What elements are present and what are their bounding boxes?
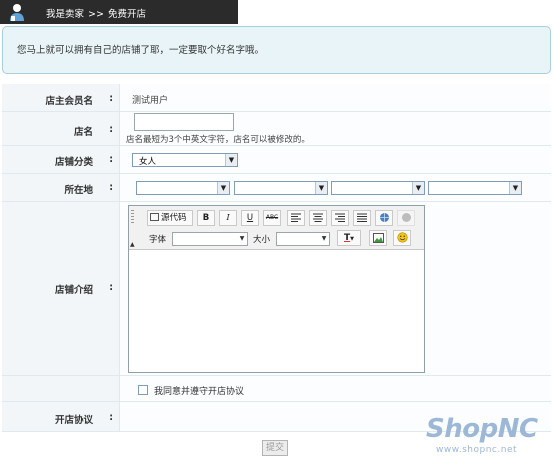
justify-button[interactable] — [353, 210, 371, 226]
editor-content-area[interactable] — [129, 250, 424, 372]
notice-box: 您马上就可以拥有自己的店铺了耶，一定要取个好名字哦。 — [2, 26, 551, 74]
collapse-icon: ▲ — [130, 241, 135, 248]
row-intro: 店铺介绍 : ▲ 源代码 B I U ABC 字体 ▼ 大小 ▼ T▼ — [2, 202, 551, 376]
notice-text: 您马上就可以拥有自己的店铺了耶，一定要取个好名字哦。 — [17, 45, 265, 56]
strikethrough-button[interactable]: ABC — [263, 210, 281, 226]
align-center-button[interactable] — [309, 210, 327, 226]
store-name-hint: 店名最短为3个中英文字符，店名可以被修改的。 — [126, 135, 310, 145]
breadcrumb: 我是卖家 >> 免费开店 — [46, 6, 146, 20]
font-family-select[interactable]: ▼ — [172, 232, 248, 246]
align-right-button[interactable] — [331, 210, 349, 226]
chevron-down-icon: ▼ — [412, 182, 424, 194]
chevron-down-icon: ▼ — [225, 154, 237, 166]
text-color-button[interactable]: T▼ — [337, 230, 361, 246]
agree-checkbox[interactable] — [138, 385, 148, 395]
brand-watermark: ShopNC www.shopnc.net — [426, 414, 552, 462]
font-label: 字体 — [149, 235, 167, 245]
insert-link-button[interactable] — [375, 210, 393, 226]
city-select[interactable]: ▼ — [234, 181, 328, 195]
row-store-name: 店名 : 店名最短为3个中英文字符，店名可以被修改的。 — [2, 112, 551, 146]
italic-button[interactable]: I — [219, 210, 237, 226]
area-select[interactable]: ▼ — [428, 181, 522, 195]
size-label: 大小 — [253, 235, 271, 245]
breadcrumb-current: 免费开店 — [107, 9, 146, 20]
chevron-down-icon: ▼ — [315, 182, 327, 194]
row-agree: 我同意并遵守开店协议 — [2, 376, 551, 402]
top-header-bar: 我是卖家 >> 免费开店 — [0, 0, 238, 24]
category-selected: 女人 — [139, 157, 157, 167]
rich-text-editor: ▲ 源代码 B I U ABC 字体 ▼ 大小 ▼ T▼ — [128, 205, 425, 373]
district-select[interactable]: ▼ — [331, 181, 425, 195]
chevron-down-icon: ▼ — [509, 182, 521, 194]
align-left-button[interactable] — [287, 210, 305, 226]
submit-button[interactable]: 提交 — [262, 440, 288, 456]
smiley-icon — [396, 232, 408, 243]
brand-url: www.shopnc.net — [436, 445, 518, 455]
bold-button[interactable]: B — [197, 210, 215, 226]
agree-label[interactable]: 我同意并遵守开店协议 — [154, 384, 244, 397]
row-owner: 店主会员名 : 测试用户 — [2, 84, 551, 112]
owner-label: 店主会员名 — [45, 96, 93, 107]
row-category: 店铺分类 : 女人 ▼ — [2, 146, 551, 174]
align-right-icon — [335, 213, 345, 222]
agreement-label: 开店协议 — [54, 415, 93, 426]
insert-image-button[interactable] — [369, 230, 387, 246]
image-icon — [372, 233, 384, 243]
category-select[interactable]: 女人 ▼ — [132, 153, 238, 167]
unlink-icon — [401, 213, 411, 222]
store-name-label: 店名 — [73, 127, 93, 138]
province-select[interactable]: ▼ — [136, 181, 230, 195]
justify-icon — [357, 213, 367, 222]
align-center-icon — [313, 213, 323, 222]
font-size-select[interactable]: ▼ — [276, 232, 330, 246]
source-code-button[interactable]: 源代码 — [147, 210, 193, 226]
unlink-button[interactable] — [397, 210, 415, 226]
underline-button[interactable]: U — [241, 210, 259, 226]
intro-label: 店铺介绍 — [54, 285, 93, 296]
editor-toolbar: ▲ 源代码 B I U ABC 字体 ▼ 大小 ▼ T▼ — [129, 206, 424, 250]
category-label: 店铺分类 — [54, 157, 93, 168]
source-code-icon — [150, 213, 159, 221]
emoticon-button[interactable] — [393, 230, 411, 246]
owner-value: 测试用户 — [132, 96, 169, 106]
chevron-down-icon: ▼ — [350, 236, 354, 242]
chevron-down-icon: ▼ — [321, 235, 327, 242]
chevron-down-icon: ▼ — [217, 182, 229, 194]
chevron-down-icon: ▼ — [239, 235, 245, 242]
align-left-icon — [291, 213, 301, 222]
toolbar-grip[interactable]: ▲ — [129, 206, 137, 250]
row-location: 所在地 : ▼ ▼ ▼ ▼ — [2, 174, 551, 202]
brand-logo: ShopNC — [426, 414, 538, 444]
breadcrumb-seller[interactable]: 我是卖家 — [46, 9, 84, 20]
globe-link-icon — [379, 213, 389, 222]
seller-user-icon — [10, 4, 24, 21]
location-label: 所在地 — [64, 185, 93, 196]
breadcrumb-separator: >> — [88, 9, 104, 20]
store-name-input[interactable] — [134, 113, 234, 131]
